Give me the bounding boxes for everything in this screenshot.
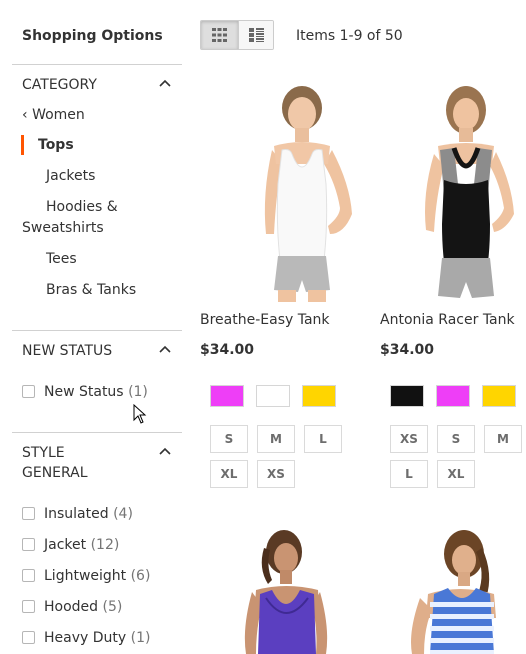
size-option[interactable]: XL	[437, 460, 475, 488]
style-checkbox-heavy-duty[interactable]	[22, 631, 35, 644]
product-image-striped-tank[interactable]	[398, 528, 524, 654]
option-label: Lightweight	[44, 568, 127, 584]
new-status-filter-heading[interactable]: NEW STATUS	[22, 343, 112, 359]
divider	[12, 432, 182, 433]
option-label: Insulated	[44, 506, 109, 522]
option-label: New Status	[44, 384, 124, 400]
color-swatch[interactable]	[436, 385, 470, 407]
option-count: (6)	[130, 568, 151, 584]
product-image-purple-tank[interactable]	[238, 528, 358, 654]
size-option[interactable]: M	[257, 425, 295, 453]
new-status-option[interactable]: New Status (1)	[44, 384, 148, 400]
category-filter-heading[interactable]: CATEGORY	[22, 77, 97, 93]
option-count: (12)	[90, 537, 120, 553]
divider	[12, 330, 182, 331]
category-back-label: Women	[32, 107, 85, 123]
active-category-marker	[21, 135, 24, 155]
color-swatch[interactable]	[256, 385, 290, 407]
style-filter-heading-line2[interactable]: GENERAL	[22, 465, 88, 481]
size-option[interactable]: S	[210, 425, 248, 453]
option-count: (1)	[128, 384, 148, 400]
category-item-tees[interactable]: Tees	[46, 251, 77, 267]
option-count: (1)	[130, 630, 151, 646]
items-count-label: Items 1-9 of 50	[296, 28, 403, 44]
color-swatch[interactable]	[390, 385, 424, 407]
style-option-hooded[interactable]: Hooded (5)	[44, 599, 122, 615]
product-price: $34.00	[380, 342, 435, 358]
category-item-jackets[interactable]: Jackets	[46, 168, 95, 184]
color-swatch[interactable]	[302, 385, 336, 407]
product-name-link[interactable]: Breathe-Easy Tank	[200, 312, 330, 328]
category-item-bras-tanks[interactable]: Bras & Tanks	[46, 282, 136, 298]
shopping-options-title: Shopping Options	[22, 28, 163, 44]
product-name-link[interactable]: Antonia Racer Tank	[380, 312, 515, 328]
category-item-sweatshirts[interactable]: Sweatshirts	[22, 220, 104, 236]
size-option[interactable]: S	[437, 425, 475, 453]
grid-view-icon	[212, 28, 227, 42]
list-view-button[interactable]	[239, 21, 273, 49]
chevron-up-icon[interactable]	[158, 344, 172, 354]
size-option[interactable]: L	[390, 460, 428, 488]
size-option[interactable]: L	[304, 425, 342, 453]
product-price: $34.00	[200, 342, 255, 358]
color-swatch[interactable]	[482, 385, 516, 407]
option-count: (5)	[102, 599, 123, 615]
view-mode-switcher	[200, 20, 274, 50]
style-option-heavy-duty[interactable]: Heavy Duty (1)	[44, 630, 150, 646]
option-label: Heavy Duty	[44, 630, 127, 646]
new-status-checkbox[interactable]	[22, 385, 35, 398]
size-option[interactable]: XS	[390, 425, 428, 453]
product-image-antonia-racer-tank[interactable]	[404, 84, 524, 302]
option-label: Hooded	[44, 599, 99, 615]
category-back-link[interactable]: ‹ Women	[22, 107, 85, 123]
style-option-insulated[interactable]: Insulated (4)	[44, 506, 133, 522]
mouse-cursor-icon	[133, 404, 147, 424]
style-option-lightweight[interactable]: Lightweight (6)	[44, 568, 150, 584]
category-item-hoodies[interactable]: Hoodies &	[46, 199, 118, 215]
style-option-jacket[interactable]: Jacket (12)	[44, 537, 119, 553]
color-swatch[interactable]	[210, 385, 244, 407]
style-checkbox-hooded[interactable]	[22, 600, 35, 613]
category-current-tops[interactable]: Tops	[38, 137, 74, 153]
chevron-up-icon[interactable]	[158, 446, 172, 456]
style-filter-heading-line1[interactable]: STYLE	[22, 445, 65, 461]
chevron-up-icon[interactable]	[158, 78, 172, 88]
option-label: Jacket	[44, 537, 87, 553]
list-view-icon	[249, 28, 264, 42]
product-image-breathe-easy-tank[interactable]	[232, 84, 372, 302]
style-checkbox-jacket[interactable]	[22, 538, 35, 551]
size-option[interactable]: XL	[210, 460, 248, 488]
size-option[interactable]: M	[484, 425, 522, 453]
divider	[12, 64, 182, 65]
style-checkbox-lightweight[interactable]	[22, 569, 35, 582]
size-option[interactable]: XS	[257, 460, 295, 488]
grid-view-button[interactable]	[201, 21, 238, 49]
chevron-left-icon: ‹	[22, 107, 28, 123]
option-count: (4)	[113, 506, 133, 522]
style-checkbox-insulated[interactable]	[22, 507, 35, 520]
